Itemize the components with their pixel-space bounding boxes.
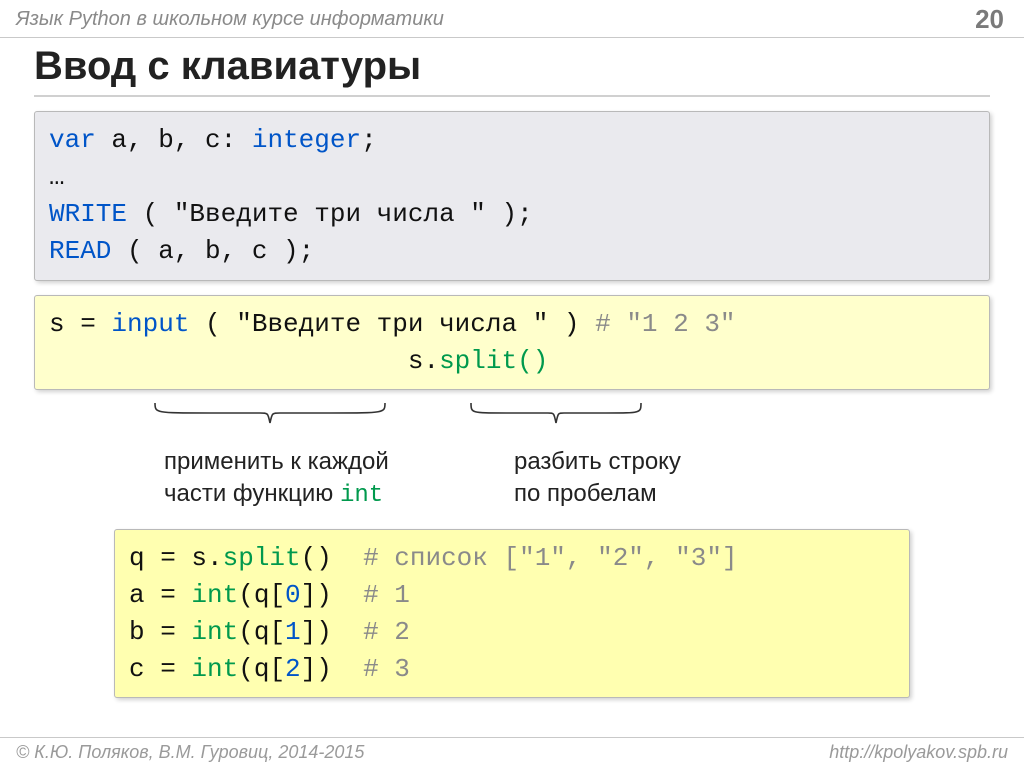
py2-l2d: 0	[285, 580, 301, 610]
py2-l4a: c =	[129, 654, 191, 684]
page-number: 20	[975, 4, 1008, 35]
py2-l2c: (q[	[238, 580, 285, 610]
py2-l2f: # 1	[363, 580, 410, 610]
brace-left-icon	[150, 398, 390, 432]
slide-title: Ввод с клавиатуры	[34, 44, 990, 97]
py2-l1b: split	[223, 543, 301, 573]
py2-l3b: int	[191, 617, 238, 647]
annotation-right: разбить строку по пробелам	[514, 446, 774, 510]
pascal-keyword-var: var	[49, 125, 111, 155]
py2-l3d: 1	[285, 617, 301, 647]
py1-split-parens: ()	[517, 346, 548, 376]
python-input-box: s = input ( "Введите три числа " ) # "1 …	[34, 295, 990, 391]
py1-s-dot: s.	[408, 346, 439, 376]
py2-l2b: int	[191, 580, 238, 610]
py2-l4e: ])	[301, 654, 363, 684]
py2-l2e: ])	[301, 580, 363, 610]
pascal-semicolon: ;	[361, 125, 377, 155]
python-split-box: q = s.split() # список ["1", "2", "3"] a…	[114, 529, 910, 699]
py2-l1a: q = s.	[129, 543, 223, 573]
pascal-write-args: ( "Введите три числа " );	[143, 199, 533, 229]
py1-args: ( "Введите три числа " )	[189, 309, 595, 339]
top-bar: Язык Python в школьном курсе информатики…	[0, 0, 1024, 38]
py2-l3f: # 2	[363, 617, 410, 647]
footer-copyright: © К.Ю. Поляков, В.М. Гуровиц, 2014-2015	[16, 742, 364, 763]
pascal-read-args: ( a, b, c );	[127, 236, 314, 266]
py2-l4f: # 3	[363, 654, 410, 684]
py2-l3e: ])	[301, 617, 363, 647]
py1-input: input	[111, 309, 189, 339]
pascal-ellipsis: …	[49, 162, 65, 192]
annotation-row: применить к каждой части функцию int раз…	[34, 446, 990, 510]
annotation-left: применить к каждой части функцию int	[164, 446, 484, 510]
py1-assign: s =	[49, 309, 111, 339]
ann-right-line2: по пробелам	[514, 480, 657, 507]
course-title: Язык Python в школьном курсе информатики	[16, 8, 975, 31]
ann-left-line1: применить к каждой	[164, 448, 389, 475]
brace-right-icon	[466, 398, 646, 432]
ann-left-int: int	[340, 482, 383, 509]
py2-l1c: ()	[301, 543, 363, 573]
py2-l4c: (q[	[238, 654, 285, 684]
py2-l2a: a =	[129, 580, 191, 610]
footer-url: http://kpolyakov.spb.ru	[829, 742, 1008, 763]
footer: © К.Ю. Поляков, В.М. Гуровиц, 2014-2015 …	[0, 737, 1024, 767]
pascal-keyword-write: WRITE	[49, 199, 143, 229]
py1-split: split	[439, 346, 517, 376]
py2-l3a: b =	[129, 617, 191, 647]
py1-comment: # "1 2 3"	[595, 309, 735, 339]
pascal-keyword-integer: integer	[252, 125, 361, 155]
py2-l3c: (q[	[238, 617, 285, 647]
py2-l1d: # список ["1", "2", "3"]	[363, 543, 737, 573]
brace-row	[34, 404, 990, 444]
py2-l4d: 2	[285, 654, 301, 684]
ann-right-line1: разбить строку	[514, 448, 681, 475]
py1-pad	[49, 346, 408, 376]
pascal-vars: a, b, c:	[111, 125, 251, 155]
ann-left-line2a: части функцию	[164, 480, 340, 507]
py2-l4b: int	[191, 654, 238, 684]
pascal-code-box: var a, b, c: integer; … WRITE ( "Введите…	[34, 111, 990, 281]
pascal-keyword-read: READ	[49, 236, 127, 266]
